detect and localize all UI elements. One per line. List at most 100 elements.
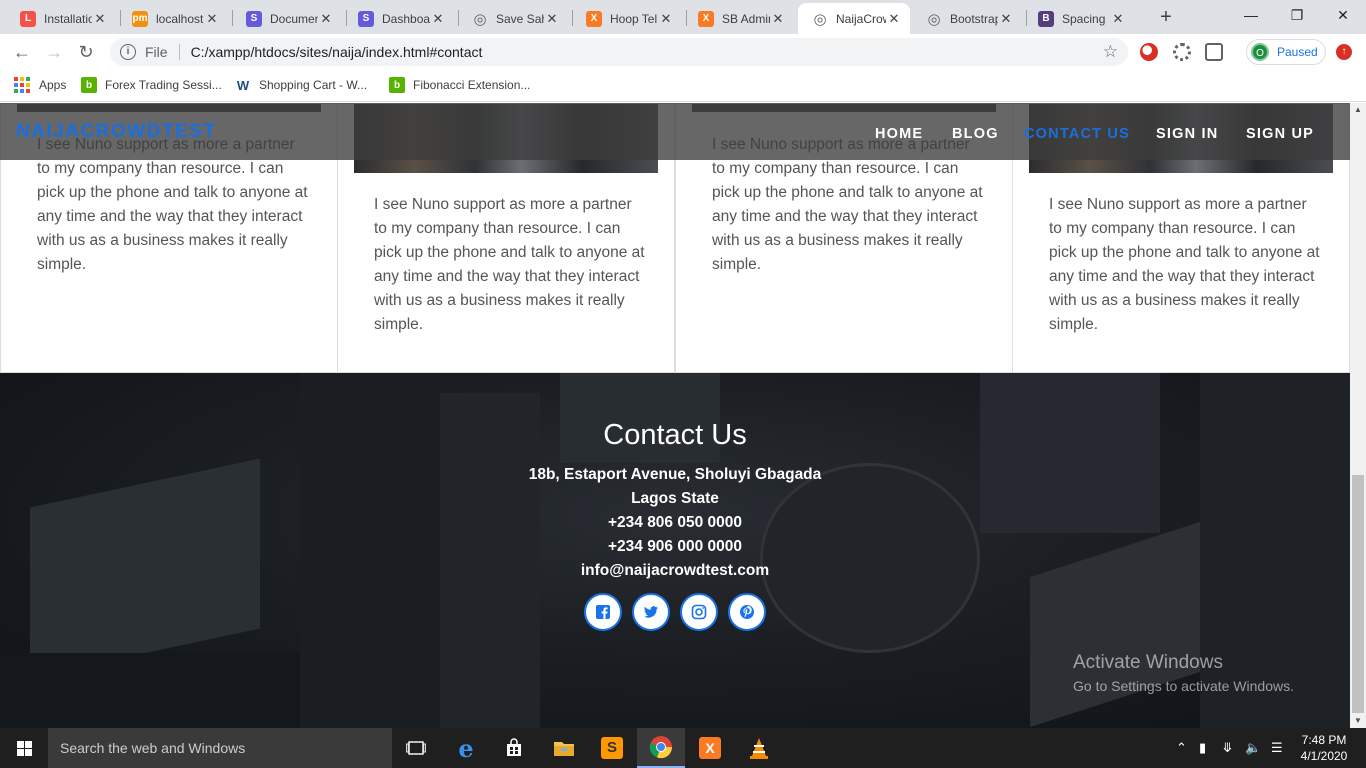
watermark-subtitle: Go to Settings to activate Windows.: [1073, 678, 1294, 694]
restore-button[interactable]: ❐: [1274, 0, 1320, 30]
edge-icon[interactable]: e: [442, 728, 490, 768]
tab-label: Document: [270, 11, 318, 26]
tab-close-icon[interactable]: ✕: [658, 11, 674, 27]
file-explorer-icon[interactable]: [540, 728, 588, 768]
bookmark-label: Shopping Cart - W...: [259, 78, 368, 92]
windows-activation-watermark: Activate Windows Go to Settings to activ…: [1073, 652, 1294, 694]
sublime-text-icon[interactable]: S: [588, 728, 636, 768]
reload-button[interactable]: ↻: [74, 40, 98, 64]
tab-label: localhost: [156, 11, 204, 26]
taskbar-clock[interactable]: 7:48 PM 4/1/2020: [1296, 732, 1352, 764]
volume-icon[interactable]: 🔈: [1245, 728, 1261, 768]
tab-close-icon[interactable]: ✕: [998, 11, 1014, 27]
url-scheme: File: [145, 44, 168, 60]
browser-tab[interactable]: ◎ Save Sah ✕: [458, 3, 568, 34]
task-view-icon[interactable]: [392, 728, 440, 768]
nav-home[interactable]: HOME: [875, 126, 923, 142]
bookmark-shopping-cart[interactable]: W Shopping Cart - W...: [235, 77, 367, 93]
bookmark-apps[interactable]: Apps: [14, 77, 66, 93]
browser-tab[interactable]: pm localhost ✕: [118, 3, 228, 34]
site-brand[interactable]: NAIJACROWDTEST: [16, 121, 216, 143]
tab-label: Installatio: [44, 11, 92, 26]
close-window-button[interactable]: ✕: [1320, 0, 1366, 30]
tab-close-icon[interactable]: ✕: [886, 11, 902, 27]
tab-label: Save Sah: [496, 11, 544, 26]
facebook-icon[interactable]: [584, 593, 622, 631]
taskbar-search-input[interactable]: Search the web and Windows: [48, 728, 392, 768]
testimonial-text: I see Nuno support as more a partner to …: [374, 196, 645, 333]
tab-strip: LInstallatio✕pmlocalhost✕SDocument✕SDash…: [0, 0, 1366, 34]
tab-close-icon[interactable]: ✕: [318, 11, 334, 27]
tray-chevron-icon[interactable]: ⌃: [1176, 728, 1187, 768]
nav-sign-up[interactable]: SIGN UP: [1246, 126, 1314, 142]
new-tab-button[interactable]: +: [1154, 6, 1178, 28]
contact-email[interactable]: info@naijacrowdtest.com: [0, 562, 1350, 580]
bookmark-label: Forex Trading Sessi...: [105, 78, 222, 92]
chrome-icon[interactable]: [637, 728, 685, 768]
wifi-icon[interactable]: ⤋: [1222, 728, 1233, 768]
info-icon[interactable]: i: [120, 44, 136, 60]
twitter-icon[interactable]: [632, 593, 670, 631]
browser-tab[interactable]: ◎ NaijaCrow ✕: [798, 3, 910, 34]
xampp-icon[interactable]: X: [686, 728, 734, 768]
minimize-button[interactable]: —: [1228, 0, 1274, 30]
contact-phone: +234 806 050 0000: [607, 514, 743, 531]
back-button[interactable]: ←: [10, 40, 34, 64]
nav-sign-in[interactable]: SIGN IN: [1156, 126, 1218, 142]
nav-contact-us[interactable]: CONTACT US: [1024, 126, 1130, 142]
tab-label: Bootstrap: [950, 11, 998, 26]
update-icon[interactable]: ↑: [1336, 44, 1352, 60]
instagram-icon[interactable]: [680, 593, 718, 631]
store-icon[interactable]: [490, 728, 538, 768]
tab-close-icon[interactable]: ✕: [544, 11, 560, 27]
tab-label: Hoop Tel: [610, 11, 658, 26]
browser-tab[interactable]: S Dashboard✕: [344, 3, 454, 34]
tab-label: NaijaCrow: [836, 11, 886, 26]
browser-tab[interactable]: L Installatio ✕: [6, 3, 116, 34]
bookmark-star-icon[interactable]: ☆: [1103, 42, 1118, 62]
laravel-icon: L: [20, 10, 36, 27]
omnibox-divider: [178, 44, 180, 60]
phpmyadmin-icon: pm: [132, 10, 148, 27]
extension-recycle-icon[interactable]: [1205, 43, 1223, 61]
xampp-icon: X: [698, 10, 714, 27]
tab-close-icon[interactable]: ✕: [92, 11, 108, 27]
w-icon: W: [235, 77, 251, 93]
globe-icon: ◎: [813, 10, 827, 28]
scroll-up-arrow-icon[interactable]: ▲: [1350, 103, 1366, 117]
nav-blog[interactable]: BLOG: [952, 126, 999, 142]
page-viewport: I see Nuno support as more a partner to …: [0, 103, 1350, 728]
forward-button[interactable]: →: [42, 40, 66, 64]
tab-close-icon[interactable]: ✕: [770, 11, 786, 27]
pinterest-icon[interactable]: [728, 593, 766, 631]
vlc-icon[interactable]: [735, 728, 783, 768]
browser-tab[interactable]: ◎ Bootstrap ✕: [912, 3, 1022, 34]
tab-close-icon[interactable]: ✕: [1110, 11, 1126, 27]
tab-label: Dashboard: [382, 11, 430, 26]
address-bar[interactable]: i File C:/xampp/htdocs/sites/naija/index…: [110, 38, 1128, 66]
scrollbar-thumb[interactable]: [1352, 475, 1364, 713]
bookmark-fibonacci[interactable]: b Fibonacci Extension...: [389, 77, 530, 93]
profile-button[interactable]: O Paused: [1246, 39, 1326, 65]
tab-close-icon[interactable]: ✕: [430, 11, 446, 27]
start-button[interactable]: [0, 728, 48, 768]
xampp-icon: X: [586, 10, 602, 27]
battery-icon[interactable]: ▮: [1199, 728, 1206, 768]
browser-tab[interactable]: S Document✕: [232, 3, 342, 34]
s-icon: S: [358, 10, 374, 27]
browser-tab[interactable]: X SB Admin ✕: [684, 3, 794, 34]
contact-title: Contact Us: [603, 419, 747, 451]
watermark-title: Activate Windows: [1073, 652, 1223, 673]
tab-label: Spacing: [1062, 11, 1106, 26]
browser-tab[interactable]: X Hoop Tel ✕: [572, 3, 682, 34]
extension-gear-icon[interactable]: [1173, 43, 1191, 61]
globe-icon: ◎: [927, 10, 941, 28]
tab-close-icon[interactable]: ✕: [204, 11, 220, 27]
url-text[interactable]: C:/xampp/htdocs/sites/naija/index.html#c…: [191, 44, 483, 60]
browser-tab[interactable]: B Spacing ✕: [1024, 3, 1134, 34]
extension-red-icon[interactable]: [1140, 43, 1158, 61]
scroll-down-arrow-icon[interactable]: ▼: [1350, 714, 1366, 728]
b-icon: b: [389, 77, 405, 93]
notifications-icon[interactable]: ☰: [1271, 728, 1283, 768]
bookmark-forex[interactable]: b Forex Trading Sessi...: [81, 77, 222, 93]
